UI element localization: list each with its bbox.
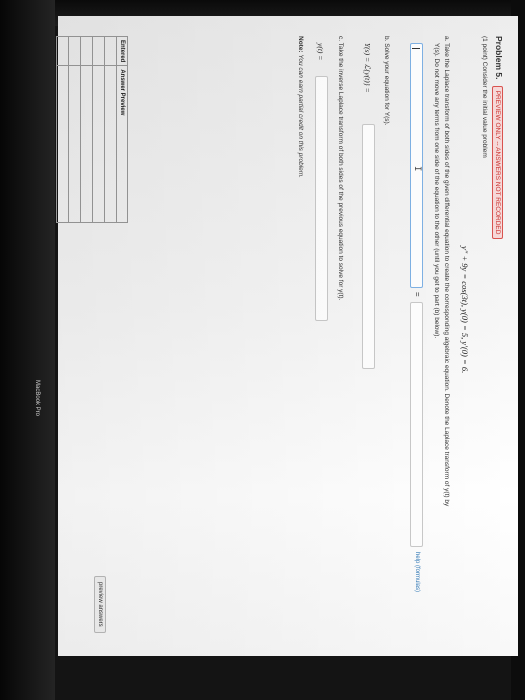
equals-sign: = bbox=[413, 292, 422, 297]
note-label: Note: bbox=[297, 36, 304, 53]
table-row bbox=[80, 36, 93, 223]
problem-title: Problem 5. bbox=[494, 36, 504, 80]
laptop-bezel-left bbox=[0, 0, 55, 700]
table-cell bbox=[56, 65, 69, 223]
preview-answers-button[interactable]: preview answers bbox=[94, 576, 106, 633]
table-cell bbox=[92, 65, 105, 223]
answer-preview-table: Entered Answer Preview bbox=[56, 36, 128, 223]
help-formulas-link[interactable]: help (formulas) bbox=[414, 552, 420, 592]
problem-header: Problem 5. PREVIEW ONLY -- ANSWERS NOT R… bbox=[492, 36, 504, 240]
laptop-brand-watermark: MacBook Pro bbox=[34, 380, 40, 417]
part-a-text-line1: a. Take the Laplace transform of both si… bbox=[443, 36, 450, 507]
table-row bbox=[68, 36, 81, 223]
preview-only-badge: PREVIEW ONLY -- ANSWERS NOT RECORDED bbox=[492, 85, 503, 240]
ys-answer-input[interactable] bbox=[362, 124, 375, 369]
table-row bbox=[92, 36, 105, 223]
note-text: You can earn partial credit on this prob… bbox=[297, 54, 304, 178]
laplace-rhs-input[interactable] bbox=[410, 302, 423, 547]
table-cell bbox=[56, 36, 69, 66]
part-c-text: c. Take the inverse Laplace transform of… bbox=[337, 36, 344, 301]
table-cell bbox=[104, 65, 117, 223]
part-b-text: b. Solve your equation for Y(s). bbox=[383, 36, 390, 126]
table-header-row: Entered Answer Preview bbox=[116, 36, 128, 223]
table-row bbox=[104, 36, 117, 223]
part-c-label: y(t) = bbox=[316, 43, 325, 61]
table-cell bbox=[68, 65, 81, 223]
table-cell bbox=[92, 36, 105, 66]
partial-credit-note: Note: You can earn partial credit on thi… bbox=[297, 36, 304, 178]
webwork-problem-screen: Problem 5. PREVIEW ONLY -- ANSWERS NOT R… bbox=[56, 16, 518, 656]
table-cell bbox=[68, 36, 81, 66]
table-cell bbox=[104, 36, 117, 66]
yt-answer-input[interactable] bbox=[315, 76, 328, 321]
text-cursor bbox=[412, 48, 420, 49]
problem-intro: (1 point) Consider the initial value pro… bbox=[481, 36, 488, 158]
table-cell bbox=[80, 65, 93, 223]
table-row bbox=[56, 36, 69, 223]
ibeam-cursor-icon: I bbox=[412, 166, 422, 172]
part-b-label: Y(s) = ℒ{y(t)} = bbox=[363, 43, 372, 93]
table-header-entered: Entered bbox=[116, 36, 128, 66]
part-a-text-line2: Y(s). Do not move any terms from one sid… bbox=[433, 43, 440, 339]
initial-value-equation: y″ + 9y = cos(3t), y(0) = 5, y′(0) = 6. bbox=[460, 246, 470, 374]
table-cell bbox=[80, 36, 93, 66]
table-header-answer-preview: Answer Preview bbox=[116, 65, 128, 223]
